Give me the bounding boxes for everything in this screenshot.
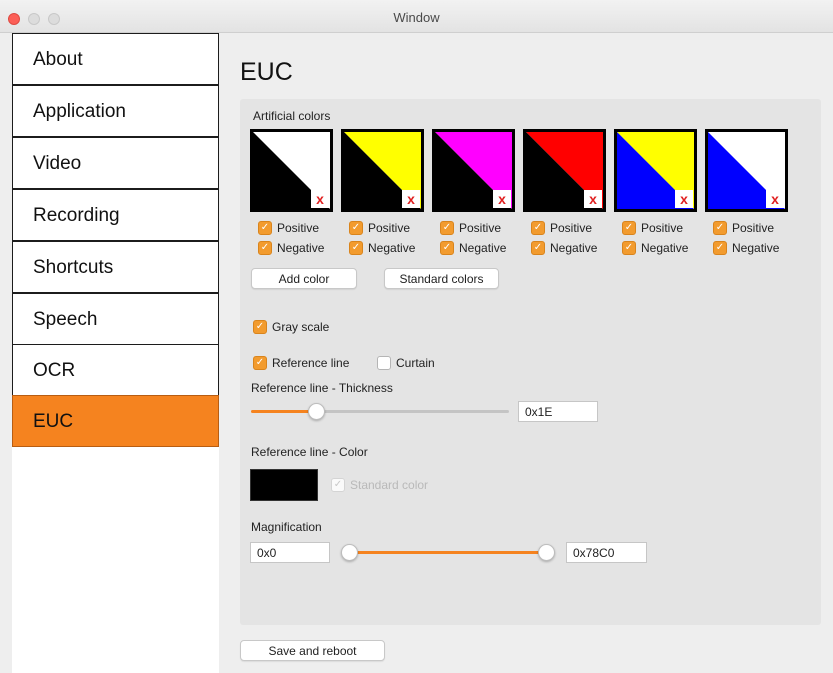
color-swatch[interactable]: x	[614, 129, 697, 212]
thickness-slider-track[interactable]	[317, 410, 509, 413]
sidebar-item-application[interactable]: Application	[12, 85, 219, 137]
checkbox-box: ✓	[440, 221, 454, 235]
negative-label: Negative	[277, 241, 325, 255]
magnification-range-fill	[350, 551, 546, 554]
negative-checkbox[interactable]: ✓ Negative	[713, 241, 779, 255]
positive-label: Positive	[550, 221, 593, 235]
thickness-value-field[interactable]	[518, 401, 598, 422]
color-swatch[interactable]: x	[523, 129, 606, 212]
negative-checkbox[interactable]: ✓ Negative	[258, 241, 324, 255]
checkbox-box: ✓	[349, 241, 363, 255]
negative-label: Negative	[732, 241, 780, 255]
reference-line-label: Reference line	[272, 356, 350, 370]
checkbox-box: ✓	[531, 241, 545, 255]
negative-label: Negative	[459, 241, 507, 255]
color-swatch[interactable]: x	[250, 129, 333, 212]
checkbox-box: ✓	[531, 221, 545, 235]
checkbox-box: ✓	[258, 221, 272, 235]
positive-checkbox[interactable]: ✓ Positive	[258, 221, 319, 235]
color-swatch[interactable]: x	[341, 129, 424, 212]
checkbox-box: ✓	[622, 241, 636, 255]
sidebar-item-speech[interactable]: Speech	[12, 293, 219, 345]
positive-label: Positive	[277, 221, 320, 235]
thickness-slider-knob[interactable]	[308, 403, 325, 420]
checkbox-box: ✓	[713, 241, 727, 255]
positive-label: Positive	[732, 221, 775, 235]
checkbox-box: ✓	[258, 241, 272, 255]
delete-color-icon[interactable]: x	[311, 190, 329, 208]
checkbox-box: ✓	[253, 320, 267, 334]
reference-line-checkbox[interactable]: ✓ Reference line	[253, 356, 349, 370]
delete-color-icon[interactable]: x	[402, 190, 420, 208]
checkbox-box: ✓	[253, 356, 267, 370]
sidebar: About Application Video Recording Shortc…	[12, 33, 219, 673]
checkbox-box: ✓	[713, 221, 727, 235]
positive-label: Positive	[459, 221, 502, 235]
sidebar-item-shortcuts[interactable]: Shortcuts	[12, 241, 219, 293]
positive-checkbox[interactable]: ✓ Positive	[713, 221, 774, 235]
page-title: EUC	[240, 58, 293, 86]
standard-color-label: Standard color	[350, 478, 429, 492]
negative-label: Negative	[368, 241, 416, 255]
negative-checkbox[interactable]: ✓ Negative	[440, 241, 506, 255]
positive-checkbox[interactable]: ✓ Positive	[531, 221, 592, 235]
sidebar-item-about[interactable]: About	[12, 33, 219, 85]
delete-color-icon[interactable]: x	[675, 190, 693, 208]
curtain-label: Curtain	[396, 356, 435, 370]
checkbox-box: ✓	[622, 221, 636, 235]
positive-checkbox[interactable]: ✓ Positive	[622, 221, 683, 235]
sidebar-item-recording[interactable]: Recording	[12, 189, 219, 241]
sidebar-item-euc[interactable]: EUC	[12, 395, 219, 447]
gray-scale-checkbox[interactable]: ✓ Gray scale	[253, 320, 329, 334]
sidebar-item-ocr[interactable]: OCR	[12, 344, 219, 396]
window-title: Window	[393, 10, 440, 25]
positive-label: Positive	[641, 221, 684, 235]
delete-color-icon[interactable]: x	[493, 190, 511, 208]
magnification-max-field[interactable]	[566, 542, 647, 563]
color-swatch[interactable]: x	[705, 129, 788, 212]
line-color-label: Reference line - Color	[251, 445, 368, 459]
color-swatch[interactable]: x	[432, 129, 515, 212]
checkbox-box	[377, 356, 391, 370]
delete-color-icon[interactable]: x	[584, 190, 602, 208]
magnification-label: Magnification	[251, 520, 322, 534]
negative-checkbox[interactable]: ✓ Negative	[349, 241, 415, 255]
positive-checkbox[interactable]: ✓ Positive	[349, 221, 410, 235]
checkbox-box: ✓	[349, 221, 363, 235]
save-and-reboot-button[interactable]: Save and reboot	[240, 640, 385, 661]
negative-label: Negative	[550, 241, 598, 255]
checkbox-box: ✓	[440, 241, 454, 255]
standard-color-checkbox[interactable]: ✓ Standard color	[331, 478, 428, 492]
artificial-colors-label: Artificial colors	[253, 109, 331, 123]
title-bar: Window	[0, 0, 833, 33]
thickness-label: Reference line - Thickness	[251, 381, 393, 395]
checkbox-box: ✓	[331, 478, 345, 492]
magnification-min-field[interactable]	[250, 542, 330, 563]
negative-checkbox[interactable]: ✓ Negative	[531, 241, 597, 255]
magnification-max-knob[interactable]	[538, 544, 555, 561]
sidebar-item-video[interactable]: Video	[12, 137, 219, 189]
add-color-button[interactable]: Add color	[251, 268, 357, 289]
window-content: About Application Video Recording Shortc…	[0, 33, 833, 673]
curtain-checkbox[interactable]: Curtain	[377, 356, 435, 370]
negative-checkbox[interactable]: ✓ Negative	[622, 241, 688, 255]
standard-colors-button[interactable]: Standard colors	[384, 268, 499, 289]
magnification-min-knob[interactable]	[341, 544, 358, 561]
positive-label: Positive	[368, 221, 411, 235]
delete-color-icon[interactable]: x	[766, 190, 784, 208]
gray-scale-label: Gray scale	[272, 320, 330, 334]
negative-label: Negative	[641, 241, 689, 255]
line-color-well[interactable]	[250, 469, 318, 501]
positive-checkbox[interactable]: ✓ Positive	[440, 221, 501, 235]
